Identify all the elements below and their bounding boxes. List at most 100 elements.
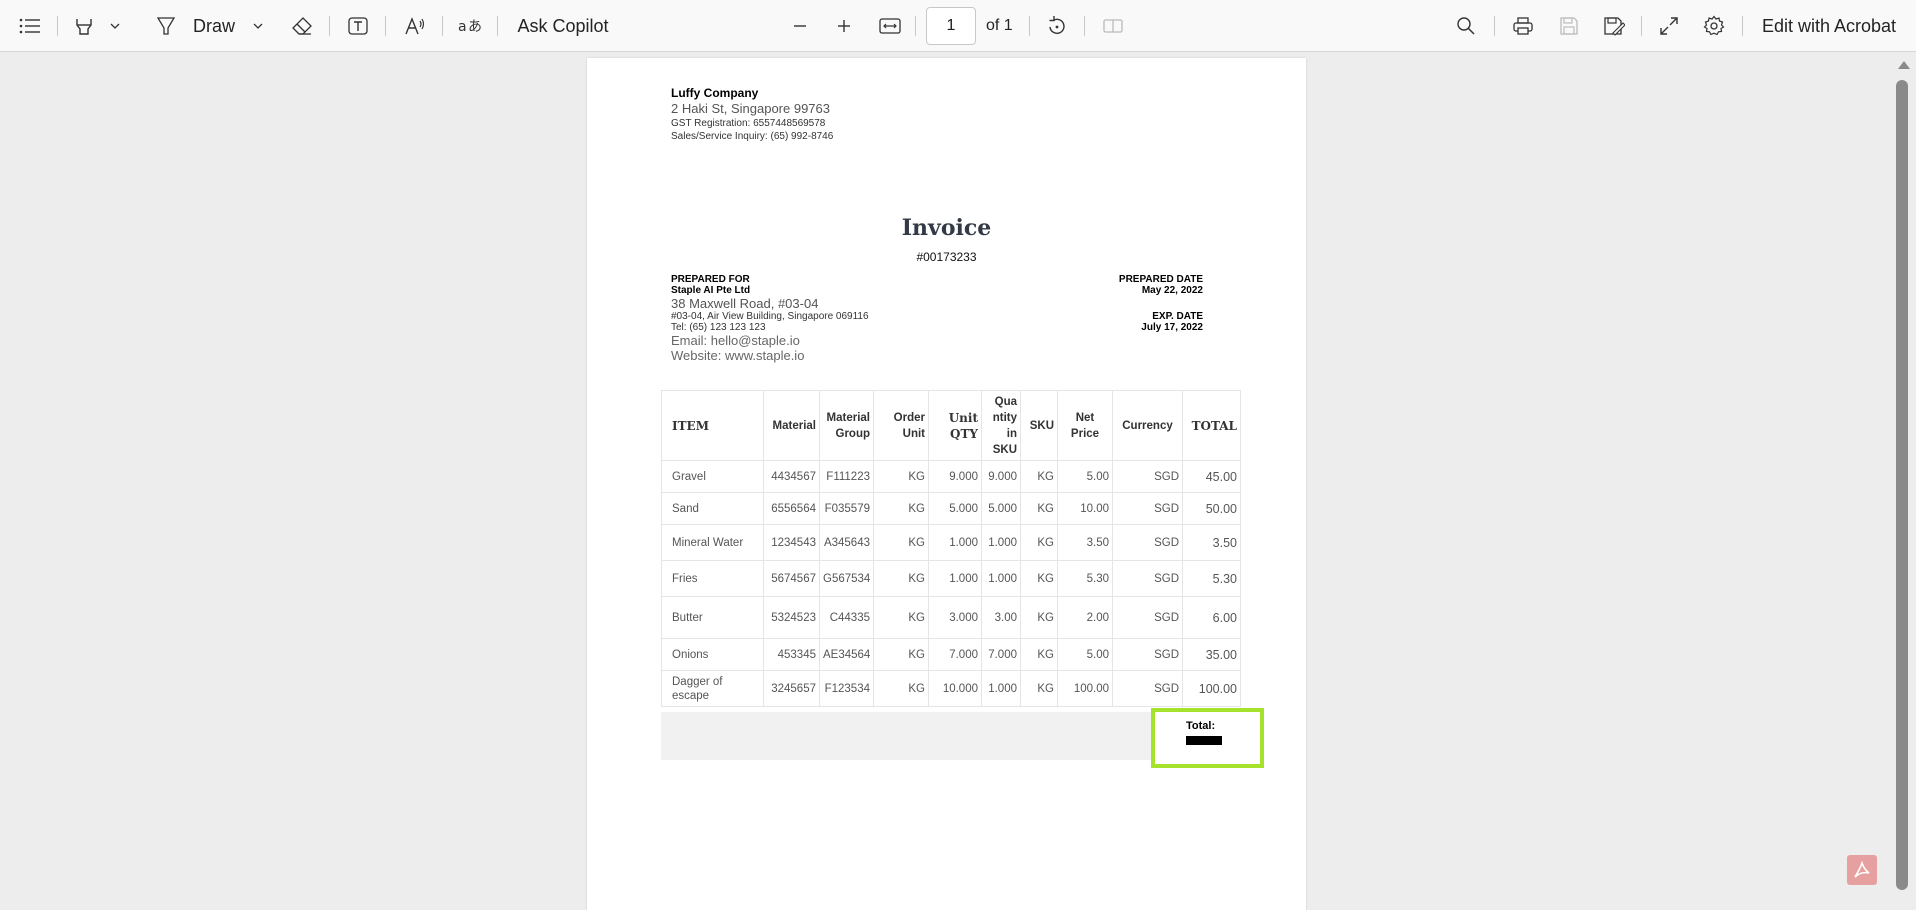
two-page-icon[interactable] xyxy=(1098,0,1128,52)
cell-material: 1234543 xyxy=(763,524,820,561)
toolbar: Draw aあ Ask Copilot 1 of 1 Edit with Acr… xyxy=(0,0,1916,52)
draw-icon[interactable] xyxy=(152,0,180,52)
col-header-item: ITEM xyxy=(661,390,764,461)
cell-group: F123534 xyxy=(819,670,874,707)
prepared-date-value: May 22, 2022 xyxy=(1141,285,1203,296)
cell-qty: 1.000 xyxy=(928,524,982,561)
customer-tel: Tel: (65) 123 123 123 xyxy=(671,322,766,333)
col-header-order-unit: Order Unit xyxy=(873,390,929,461)
cell-unit: KG xyxy=(873,524,929,561)
table-row: Sand 6556564 F035579 KG 5.000 5.000 KG 1… xyxy=(661,492,1241,525)
cell-sku: KG xyxy=(1020,560,1058,597)
scrollbar-thumb[interactable] xyxy=(1896,80,1908,890)
cell-qsku: 1.000 xyxy=(981,524,1021,561)
cell-item: Sand xyxy=(661,492,764,525)
draw-button[interactable]: Draw xyxy=(190,0,238,52)
settings-gear-icon[interactable] xyxy=(1699,0,1729,52)
table-row: Dagger of escape 3245657 F123534 KG 10.0… xyxy=(661,670,1241,707)
cell-group: A345643 xyxy=(819,524,874,561)
scroll-up-arrow-icon[interactable] xyxy=(1898,61,1910,69)
cell-currency: SGD xyxy=(1112,492,1183,525)
print-icon[interactable] xyxy=(1508,0,1538,52)
col-header-sku: SKU xyxy=(1020,390,1058,461)
cell-price: 5.00 xyxy=(1057,460,1113,493)
read-aloud-icon[interactable] xyxy=(400,0,430,52)
prepared-for-block: PREPARED FOR Staple AI Pte Ltd 38 Maxwel… xyxy=(671,274,869,363)
cell-price: 100.00 xyxy=(1057,670,1113,707)
company-header: Luffy Company 2 Haki St, Singapore 99763… xyxy=(671,86,833,142)
invoice-number: #00173233 xyxy=(916,250,977,264)
vertical-scrollbar[interactable] xyxy=(1892,52,1916,910)
page-count-label: of 1 xyxy=(986,17,1013,34)
document-viewport[interactable]: Luffy Company 2 Haki St, Singapore 99763… xyxy=(0,52,1892,910)
contents-icon[interactable] xyxy=(14,0,46,52)
cell-qty: 5.000 xyxy=(928,492,982,525)
cell-sku: KG xyxy=(1020,492,1058,525)
cell-qty: 10.000 xyxy=(928,670,982,707)
cell-material: 5324523 xyxy=(763,596,820,639)
customer-address2: #03-04, Air View Building, Singapore 069… xyxy=(671,311,869,322)
col-header-currency: Currency xyxy=(1112,390,1183,461)
col-header-unit-qty: Unit QTY xyxy=(928,390,982,461)
prepared-date-label: PREPARED DATE xyxy=(1118,274,1203,285)
customer-email: Email: hello@staple.io xyxy=(671,333,800,348)
cell-price: 3.50 xyxy=(1057,524,1113,561)
cell-qty: 3.000 xyxy=(928,596,982,639)
rotate-icon[interactable] xyxy=(1042,0,1072,52)
cell-unit: KG xyxy=(873,460,929,493)
company-gst: GST Registration: 6557448569578 xyxy=(671,118,826,129)
total-highlight-box: Total: xyxy=(1151,708,1264,768)
table-row: Onions 453345 AE34564 KG 7.000 7.000 KG … xyxy=(661,638,1241,671)
translate-icon[interactable]: aあ xyxy=(455,0,485,52)
fit-width-icon[interactable] xyxy=(874,0,906,52)
company-address: 2 Haki St, Singapore 99763 xyxy=(671,101,830,116)
draw-options-chevron-icon[interactable] xyxy=(248,0,268,52)
cell-qty: 7.000 xyxy=(928,638,982,671)
cell-material: 4434567 xyxy=(763,460,820,493)
cell-material: 3245657 xyxy=(763,670,820,707)
cell-total: 3.50 xyxy=(1182,524,1241,561)
cell-item: Dagger of escape xyxy=(661,670,764,707)
cell-item: Fries xyxy=(661,560,764,597)
table-header-row: ITEM Material Material Group Order Unit … xyxy=(661,390,1241,461)
acrobat-icon[interactable] xyxy=(1847,855,1877,885)
text-box-icon[interactable] xyxy=(344,0,372,52)
cell-price: 5.00 xyxy=(1057,638,1113,671)
fullscreen-icon[interactable] xyxy=(1654,0,1684,52)
zoom-in-icon[interactable] xyxy=(830,0,858,52)
company-name: Luffy Company xyxy=(671,86,759,100)
cell-sku: KG xyxy=(1020,638,1058,671)
cell-qsku: 1.000 xyxy=(981,560,1021,597)
eraser-icon[interactable] xyxy=(288,0,316,52)
cell-price: 10.00 xyxy=(1057,492,1113,525)
cell-sku: KG xyxy=(1020,460,1058,493)
cell-qsku: 7.000 xyxy=(981,638,1021,671)
cell-material: 5674567 xyxy=(763,560,820,597)
search-icon[interactable] xyxy=(1452,0,1480,52)
cell-group: AE34564 xyxy=(819,638,874,671)
cell-currency: SGD xyxy=(1112,524,1183,561)
page-number-input[interactable]: 1 xyxy=(926,7,976,45)
col-header-material-group: Material Group xyxy=(819,390,874,461)
zoom-out-icon[interactable] xyxy=(786,0,814,52)
cell-price: 5.30 xyxy=(1057,560,1113,597)
cell-material: 6556564 xyxy=(763,492,820,525)
save-icon[interactable] xyxy=(1554,0,1584,52)
table-row: Gravel 4434567 F111223 KG 9.000 9.000 KG… xyxy=(661,460,1241,493)
col-header-material: Material xyxy=(763,390,820,461)
ask-copilot-button[interactable]: Ask Copilot xyxy=(512,0,614,52)
save-as-icon[interactable] xyxy=(1599,0,1629,52)
cell-material: 453345 xyxy=(763,638,820,671)
cell-unit: KG xyxy=(873,492,929,525)
edit-with-acrobat-button[interactable]: Edit with Acrobat xyxy=(1756,0,1902,52)
cell-price: 2.00 xyxy=(1057,596,1113,639)
pdf-page: Luffy Company 2 Haki St, Singapore 99763… xyxy=(587,58,1306,910)
total-label: Total: xyxy=(1186,720,1216,732)
highlight-icon[interactable] xyxy=(70,0,98,52)
cell-item: Gravel xyxy=(661,460,764,493)
highlight-options-chevron-icon[interactable] xyxy=(105,0,125,52)
cell-currency: SGD xyxy=(1112,670,1183,707)
cell-qsku: 9.000 xyxy=(981,460,1021,493)
customer-name: Staple AI Pte Ltd xyxy=(671,285,751,296)
cell-currency: SGD xyxy=(1112,638,1183,671)
